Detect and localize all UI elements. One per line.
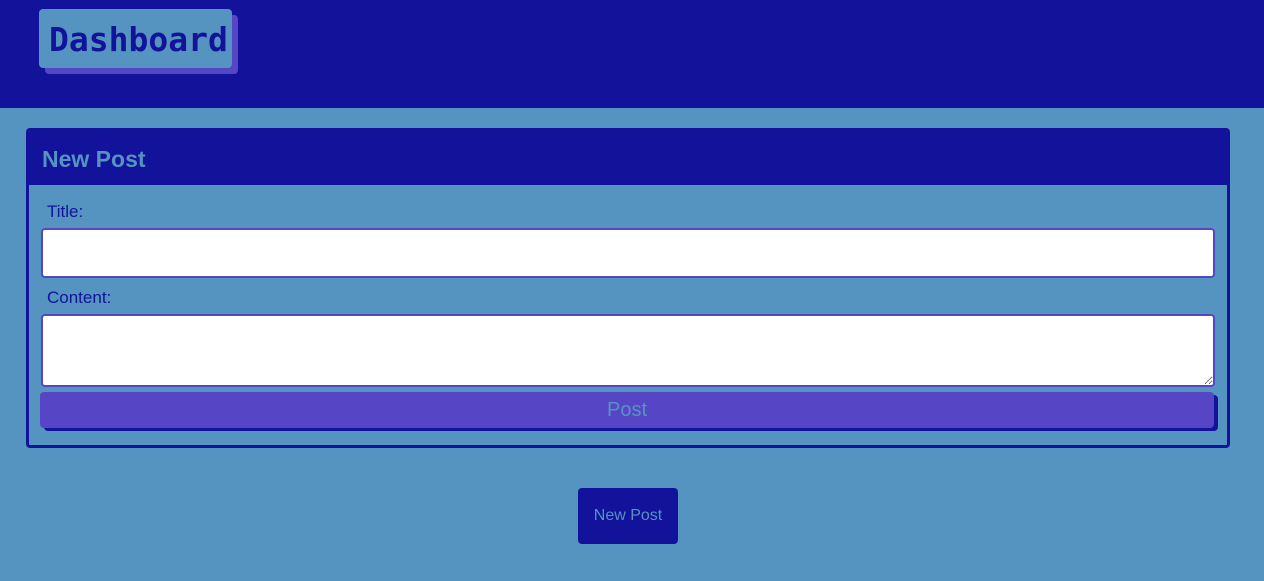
new-post-card: New Post Title: Content: Post xyxy=(26,128,1230,448)
content-textarea[interactable] xyxy=(41,314,1215,387)
title-label: Title: xyxy=(47,202,84,221)
title-input[interactable] xyxy=(41,228,1215,278)
top-header: Dashboard xyxy=(0,0,1264,108)
card-header: New Post xyxy=(29,131,1227,185)
card-title: New Post xyxy=(42,146,146,172)
post-submit-button[interactable]: Post xyxy=(40,392,1214,428)
new-post-button[interactable]: New Post xyxy=(578,488,678,544)
content-label: Content: xyxy=(47,288,112,307)
dashboard-logo[interactable]: Dashboard xyxy=(39,9,232,68)
